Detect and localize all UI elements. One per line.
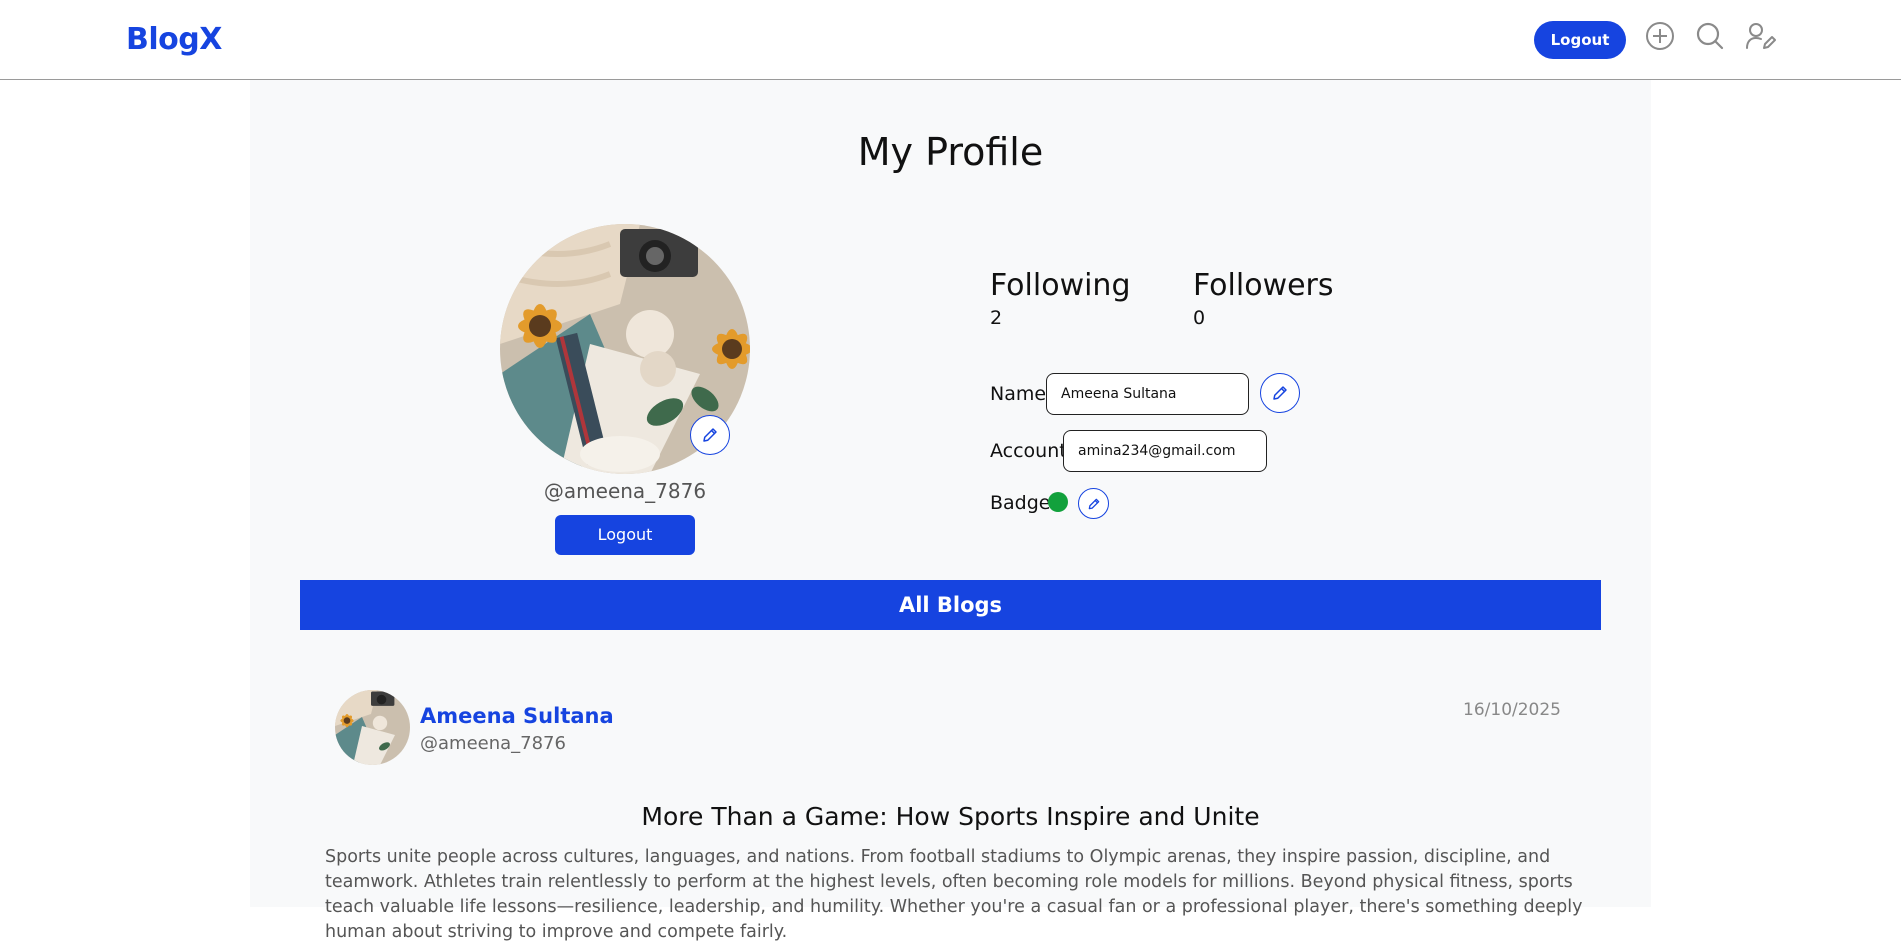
following-label[interactable]: Following xyxy=(990,268,1131,303)
edit-badge-button[interactable] xyxy=(1078,488,1109,519)
profile-handle: @ameena_7876 xyxy=(543,479,707,503)
blog-author-avatar[interactable] xyxy=(335,690,410,765)
following-count: 2 xyxy=(990,307,1003,329)
page-title: My Profile xyxy=(857,130,1044,174)
blog-date: 16/10/2025 xyxy=(1463,700,1561,720)
name-field[interactable] xyxy=(1046,373,1249,415)
edit-name-button[interactable] xyxy=(1260,373,1300,413)
pencil-icon xyxy=(1088,498,1099,509)
brand-logo[interactable]: BlogX xyxy=(126,22,222,57)
followers-count: 0 xyxy=(1193,307,1206,329)
nav-logout-button[interactable]: Logout xyxy=(1534,21,1626,59)
profile-logout-button[interactable]: Logout xyxy=(555,515,695,555)
search-icon[interactable] xyxy=(1694,20,1726,52)
pencil-icon xyxy=(1273,386,1287,400)
badge-label: Badge xyxy=(990,492,1051,514)
blog-body: Sports unite people across cultures, lan… xyxy=(325,847,1583,942)
account-field[interactable] xyxy=(1063,430,1267,472)
profile-panel: My Profile @ameena_7876 Logout Following… xyxy=(250,80,1651,942)
followers-label[interactable]: Followers xyxy=(1193,268,1334,303)
blog-author-handle: @ameena_7876 xyxy=(420,733,566,754)
add-circle-icon[interactable] xyxy=(1644,20,1676,52)
all-blogs-tab[interactable]: All Blogs xyxy=(300,580,1601,630)
edit-profile-icon[interactable] xyxy=(1744,20,1776,52)
name-label: Name xyxy=(990,383,1047,405)
blog-author-name[interactable]: Ameena Sultana xyxy=(420,704,614,728)
pencil-icon xyxy=(703,428,717,442)
account-label: Account xyxy=(990,440,1067,462)
badge-indicator xyxy=(1048,492,1068,512)
edit-avatar-button[interactable] xyxy=(690,415,730,455)
top-navbar: BlogX Logout xyxy=(0,0,1901,80)
blog-title[interactable]: More Than a Game: How Sports Inspire and… xyxy=(250,802,1651,831)
